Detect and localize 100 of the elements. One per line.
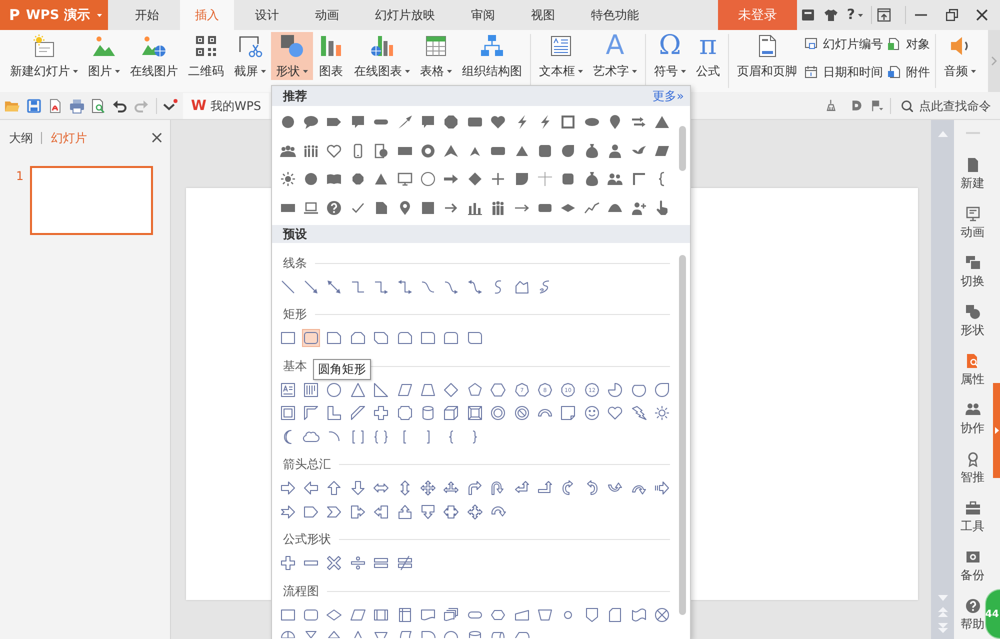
scrollbar-thumb[interactable] xyxy=(678,255,686,615)
plus-sign-icon[interactable] xyxy=(278,554,297,572)
cross-icon[interactable] xyxy=(372,404,390,422)
ribbon-button[interactable]: 音频 xyxy=(939,32,981,80)
left-right-arrow-callout-icon[interactable] xyxy=(442,502,460,521)
question-circle-icon[interactable] xyxy=(325,198,344,217)
hexagon-icon[interactable] xyxy=(489,380,508,399)
quad-arrow-callout-icon[interactable] xyxy=(466,502,484,521)
circle-outline-icon[interactable] xyxy=(419,170,438,188)
right-arrow-callout-icon[interactable] xyxy=(348,502,367,521)
more-link[interactable]: 更多» xyxy=(652,88,684,104)
ribbon-button[interactable]: 附件 xyxy=(885,58,932,86)
monitor-icon[interactable] xyxy=(396,170,414,188)
print-preview-icon[interactable] xyxy=(90,98,106,114)
or-icon[interactable] xyxy=(278,629,297,638)
slide-thumbnail[interactable] xyxy=(30,166,153,235)
save-icon[interactable] xyxy=(26,98,42,114)
double-arrow-icon[interactable] xyxy=(325,278,344,296)
up-arrow-icon[interactable] xyxy=(325,479,344,498)
display-icon[interactable] xyxy=(512,629,531,638)
minimize-icon[interactable] xyxy=(915,14,927,16)
triangle-icon[interactable] xyxy=(348,380,367,399)
pentagon-icon[interactable] xyxy=(466,380,484,399)
document-circle-icon[interactable] xyxy=(372,142,390,160)
panel-tab[interactable]: 大纲 xyxy=(9,130,33,146)
sun-icon[interactable] xyxy=(278,170,297,188)
plaque-icon[interactable] xyxy=(396,404,414,422)
teardrop-icon[interactable] xyxy=(652,380,671,399)
text-box-icon[interactable] xyxy=(278,380,297,399)
ribbon-tab[interactable]: 审阅 xyxy=(456,0,510,30)
sidebar-button[interactable]: 协作 xyxy=(960,402,984,435)
ribbon-tab[interactable]: 开始 xyxy=(120,0,174,30)
right-arrow-icon[interactable] xyxy=(278,479,297,498)
ribbon-button[interactable]: 组织结构图 xyxy=(457,32,527,80)
ribbon-tab[interactable]: 动画 xyxy=(300,0,354,30)
double-brace-icon[interactable] xyxy=(372,428,390,446)
arrow-icon[interactable] xyxy=(302,278,320,296)
ribbon-button[interactable]: π 公式 xyxy=(691,32,725,80)
sequential-access-storage-icon[interactable] xyxy=(442,629,460,638)
no-symbol-icon[interactable] xyxy=(512,404,531,422)
line-icon[interactable] xyxy=(278,278,297,296)
ribbon-button[interactable]: 表格 xyxy=(415,32,457,80)
l-shape-icon[interactable] xyxy=(325,404,344,422)
oval-icon[interactable] xyxy=(325,380,344,399)
sidebar-button[interactable]: 工具 xyxy=(960,500,984,533)
archive-icon[interactable] xyxy=(800,8,815,22)
ribbon-tab[interactable]: 特色功能 xyxy=(576,0,654,30)
sidebar-button[interactable]: 新建 xyxy=(960,157,984,190)
ribbon-tab[interactable]: 设计 xyxy=(240,0,294,30)
undo-icon[interactable] xyxy=(112,98,128,114)
folded-corner-icon[interactable] xyxy=(559,404,578,422)
ribbon-button[interactable]: 在线图片 xyxy=(125,32,183,80)
right-triangle-icon[interactable] xyxy=(372,380,390,399)
bent-arrow-icon[interactable] xyxy=(466,479,484,498)
delay-icon[interactable] xyxy=(419,629,438,638)
sidebar-button[interactable]: 形状 xyxy=(960,304,984,337)
rounded-rectangle-icon[interactable] xyxy=(302,329,320,348)
down-arrow-icon[interactable] xyxy=(348,479,367,498)
ribbon-button[interactable]: 截屏 xyxy=(229,32,271,80)
cross-icon[interactable] xyxy=(536,170,554,188)
ring-icon[interactable] xyxy=(419,142,438,160)
pie-icon[interactable] xyxy=(606,380,624,399)
punched-tape-icon[interactable] xyxy=(630,606,648,624)
search-field[interactable]: 点此查找命令 xyxy=(901,98,995,112)
multiply-sign-icon[interactable] xyxy=(325,554,344,572)
half-frame-icon[interactable] xyxy=(302,404,320,422)
quad-arrow-icon[interactable] xyxy=(419,479,438,498)
octagon-icon[interactable] xyxy=(442,112,460,131)
not-equal-sign-icon[interactable] xyxy=(396,554,414,572)
diagonal-arrow-icon[interactable] xyxy=(396,112,414,131)
restore-icon[interactable] xyxy=(946,9,958,21)
summing-junction-icon[interactable] xyxy=(652,606,671,624)
ribbon-button[interactable]: 文本框 xyxy=(534,32,588,80)
ribbon-button[interactable]: Ω 符号 xyxy=(649,32,691,80)
sidebar-button[interactable]: 属性 xyxy=(960,353,984,386)
donut-icon[interactable] xyxy=(489,404,508,422)
ribbon-button[interactable]: 新建幻灯片 xyxy=(5,32,83,80)
vertical-text-box-icon[interactable] xyxy=(302,380,320,399)
bevel-icon[interactable] xyxy=(466,404,484,422)
smiley-icon[interactable] xyxy=(582,404,601,422)
direct-access-storage-icon[interactable] xyxy=(489,629,508,638)
notched-right-arrow-icon[interactable] xyxy=(278,502,297,521)
sidebar-button[interactable]: 帮助 xyxy=(960,598,984,631)
curved-double-arrow-icon[interactable] xyxy=(466,278,484,296)
diamond-icon[interactable] xyxy=(442,380,460,399)
ribbon-button[interactable]: 图片 xyxy=(83,32,125,80)
ribbon-button[interactable]: 对象 xyxy=(885,30,932,58)
printer-icon[interactable] xyxy=(68,98,84,114)
pdf-icon[interactable] xyxy=(47,98,63,114)
flag-icon[interactable] xyxy=(871,99,884,112)
cube-icon[interactable] xyxy=(442,404,460,422)
ribbon-button[interactable]: 在线图表 xyxy=(349,32,415,80)
left-arrow-callout-icon[interactable] xyxy=(372,502,390,521)
multidocument-icon[interactable] xyxy=(442,606,460,624)
ribbon-tab[interactable]: 幻灯片放映 xyxy=(360,0,450,30)
elbow-double-arrow-icon[interactable] xyxy=(396,278,414,296)
down-arrow-callout-icon[interactable] xyxy=(419,502,438,521)
heart-icon[interactable] xyxy=(606,404,624,422)
close-icon[interactable] xyxy=(976,9,988,21)
sun-icon[interactable] xyxy=(652,404,671,422)
